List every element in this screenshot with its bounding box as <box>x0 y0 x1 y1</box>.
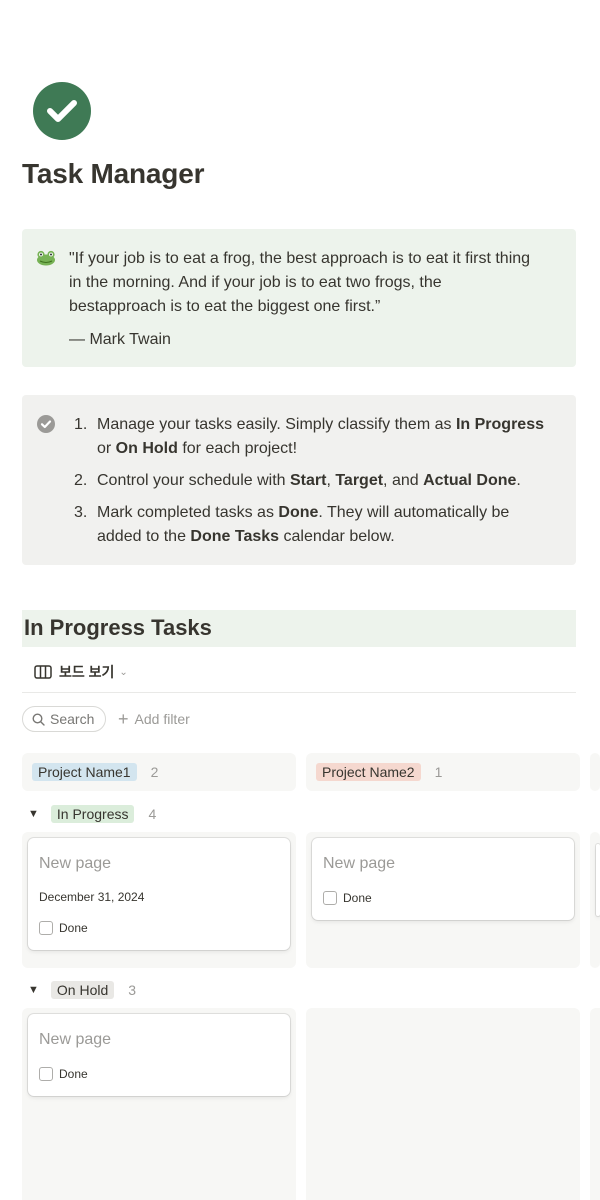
check-icon <box>47 100 77 122</box>
column-count: 2 <box>150 764 159 780</box>
checkbox-label: Done <box>59 921 88 935</box>
view-tab-label: 보드 보기 <box>59 664 115 680</box>
instruction-text: . <box>516 472 521 489</box>
card-title[interactable]: New page <box>39 1031 111 1049</box>
instruction-item[interactable]: 3. Mark completed tasks as Done. They wil… <box>68 501 558 549</box>
page-icon[interactable] <box>33 82 91 140</box>
group-tag: On Hold <box>50 981 115 999</box>
page-title[interactable]: Task Manager <box>22 158 204 190</box>
board-lane: New page Done <box>22 1008 296 1200</box>
instruction-text: for each project! <box>177 440 298 457</box>
instruction-emphasis: Start <box>289 472 327 489</box>
done-checkbox[interactable] <box>39 1067 53 1081</box>
search-button[interactable]: Search <box>22 706 106 732</box>
card-title[interactable]: New page <box>323 855 395 873</box>
done-checkbox-row[interactable]: Done <box>39 1067 88 1081</box>
instruction-item[interactable]: 1. Manage your tasks easily. Simply class… <box>68 413 558 461</box>
caret-down-icon[interactable]: ▼ <box>28 984 39 996</box>
caret-down-icon[interactable]: ▼ <box>28 808 39 820</box>
instruction-text: calendar below. <box>279 528 395 545</box>
done-checkbox-row[interactable]: Done <box>39 921 88 935</box>
add-filter-button[interactable]: + Add filter <box>118 706 190 732</box>
board-view-tab[interactable]: 보드 보기 ⌄ <box>34 662 128 682</box>
instruction-number: 1. <box>74 416 88 433</box>
task-card-partial[interactable] <box>596 844 600 916</box>
column-tag: Project Name1 <box>32 763 137 781</box>
search-icon <box>32 712 45 726</box>
group-tag: In Progress <box>50 805 135 823</box>
plus-icon: + <box>118 709 129 729</box>
task-card[interactable]: New page Done <box>312 838 574 920</box>
board-lane-partial <box>590 832 600 968</box>
instruction-emphasis: Done <box>278 504 319 521</box>
instruction-text: Manage your tasks easily. Simply classif… <box>97 416 456 433</box>
group-count: 3 <box>128 982 137 998</box>
checkbox-label: Done <box>59 1067 88 1081</box>
section-title[interactable]: In Progress Tasks <box>24 615 212 641</box>
instruction-text: Control your schedule with <box>97 472 290 489</box>
instruction-number: 2. <box>74 472 88 489</box>
instruction-emphasis: On Hold <box>115 440 178 457</box>
add-filter-label: Add filter <box>134 711 190 727</box>
done-checkbox[interactable] <box>323 891 337 905</box>
instruction-emphasis: In Progress <box>455 416 544 433</box>
board-lane-partial <box>590 1008 600 1200</box>
task-card[interactable]: New page Done <box>28 1014 290 1096</box>
instructions-callout: 1. Manage your tasks easily. Simply class… <box>22 395 576 565</box>
frog-emoji-icon[interactable] <box>36 248 56 268</box>
done-checkbox-row[interactable]: Done <box>323 891 372 905</box>
instruction-text: or <box>97 440 116 457</box>
board-lane <box>306 1008 580 1200</box>
instruction-number: 3. <box>74 504 88 521</box>
section-header: In Progress Tasks <box>22 610 576 647</box>
check-circle-icon[interactable] <box>36 414 56 434</box>
group-header-on-hold[interactable]: ▼ On Hold 3 <box>28 979 136 1001</box>
column-count: 1 <box>434 764 443 780</box>
instruction-text: , and <box>383 472 424 489</box>
instruction-emphasis: Actual Done <box>423 472 517 489</box>
board-column-header-project2[interactable]: Project Name2 1 <box>306 753 580 791</box>
search-label: Search <box>50 711 95 727</box>
instruction-emphasis: Target <box>335 472 384 489</box>
board-lane: New page Done <box>306 832 580 968</box>
checkbox-label: Done <box>343 891 372 905</box>
board-view-icon <box>34 665 52 679</box>
quote-callout: "If your job is to eat a frog, the best … <box>22 229 576 367</box>
task-card[interactable]: New page December 31, 2024 Done <box>28 838 290 950</box>
instructions-list: 1. Manage your tasks easily. Simply class… <box>68 413 558 557</box>
column-tag: Project Name2 <box>316 763 421 781</box>
quote-text[interactable]: "If your job is to eat a frog, the best … <box>69 247 539 319</box>
divider <box>22 692 576 693</box>
group-header-in-progress[interactable]: ▼ In Progress 4 <box>28 803 156 825</box>
instruction-text: Mark completed tasks as <box>97 504 279 521</box>
done-checkbox[interactable] <box>39 921 53 935</box>
quote-author[interactable]: — Mark Twain <box>69 328 171 352</box>
instruction-item[interactable]: 2. Control your schedule with Start, Targ… <box>68 469 558 493</box>
chevron-down-icon: ⌄ <box>119 666 128 678</box>
instruction-text: , <box>326 472 336 489</box>
card-title[interactable]: New page <box>39 855 111 873</box>
card-date: December 31, 2024 <box>39 890 145 904</box>
board-lane: New page December 31, 2024 Done <box>22 832 296 968</box>
group-count: 4 <box>148 806 157 822</box>
instruction-emphasis: Done Tasks <box>190 528 280 545</box>
board-column-header-project1[interactable]: Project Name1 2 <box>22 753 296 791</box>
board-column-header-partial[interactable] <box>590 753 600 791</box>
